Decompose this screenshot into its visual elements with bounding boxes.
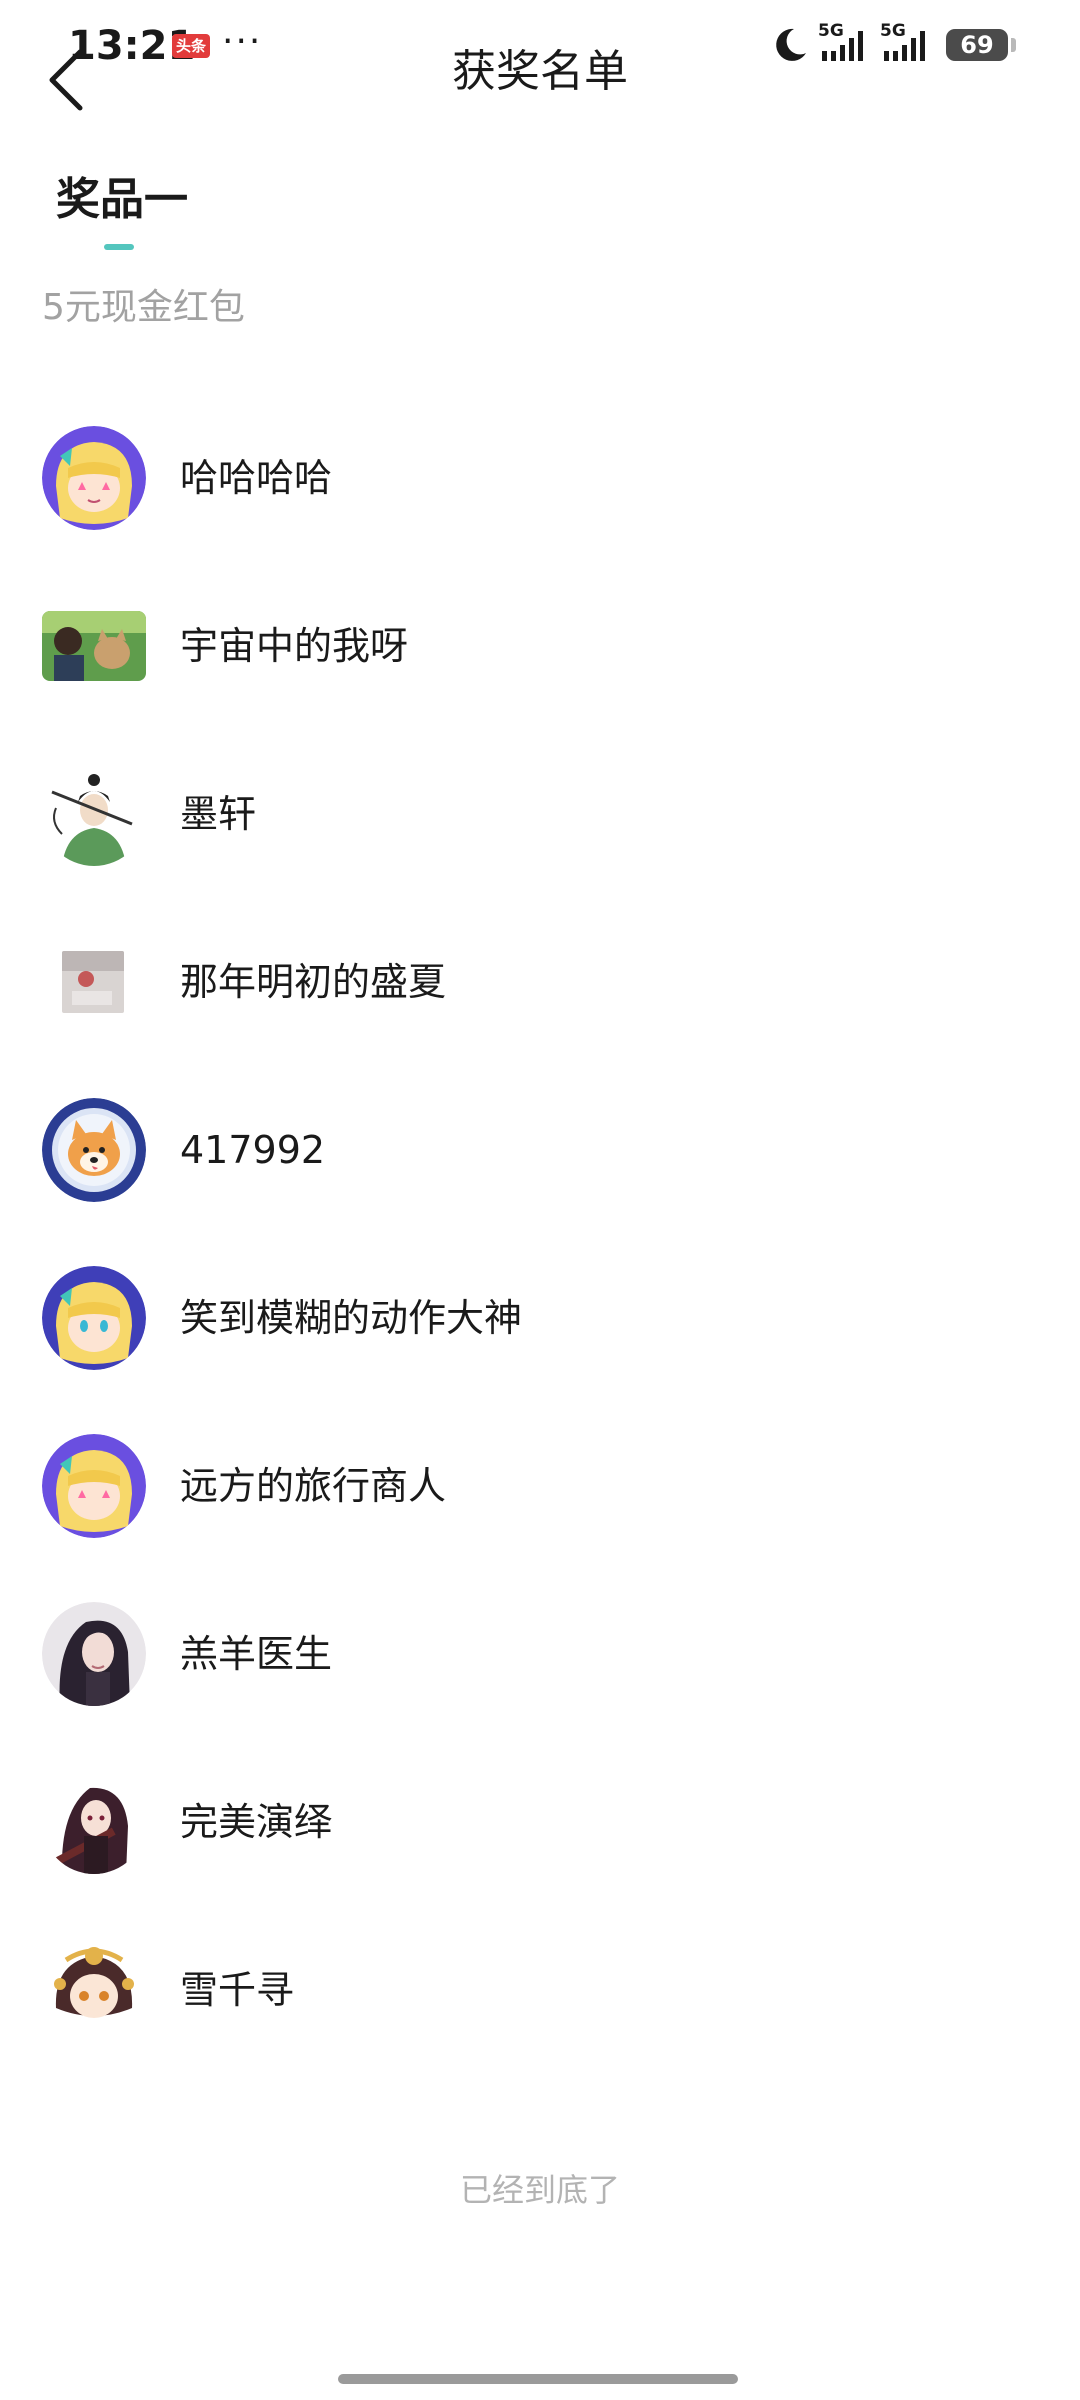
anime-girl-avatar[interactable] [42,426,146,530]
signal-5g-icon: 5G [880,21,932,65]
battery-icon: 69 [946,29,1016,61]
winner-name: 哈哈哈哈 [180,456,333,500]
tab-label: 奖品一 [56,174,188,225]
winner-row[interactable]: 417992 [0,1066,1080,1234]
shiba-astronaut-avatar[interactable] [42,1098,146,1202]
ornate-chibi-avatar[interactable] [42,1938,146,2042]
anime-girl-avatar[interactable] [42,1434,146,1538]
end-of-list-text: 已经到底了 [459,2171,620,2209]
winner-name: 完美演绎 [180,1800,333,1844]
anime-gunner-avatar[interactable] [42,1770,146,1874]
signal-5g-icon: 5G [818,21,870,65]
winner-name: 宇宙中的我呀 [180,624,409,668]
winner-name: 那年明初的盛夏 [180,960,447,1004]
winner-name: 墨轩 [180,792,257,836]
chevron-left-icon [49,49,83,111]
winner-row[interactable]: 远方的旅行商人 [0,1402,1080,1570]
prize-description: 5元现金红包 [42,287,245,328]
winner-name: 417992 [180,1128,326,1172]
more-notifications-icon: ··· [222,21,263,62]
winner-row[interactable]: 墨轩 [0,730,1080,898]
news-app-badge-icon: 头条 [172,34,210,58]
home-indicator[interactable] [338,2374,738,2384]
boy-with-cat-avatar[interactable] [42,611,146,681]
do-not-disturb-moon-icon [776,28,806,61]
winner-name: 羔羊医生 [180,1632,333,1676]
winner-name: 笑到模糊的动作大神 [180,1296,523,1340]
status-bar: 13:21 头条 ··· 5G 5G 69 [0,0,1080,100]
anime-girl-avatar[interactable] [42,1266,146,1370]
back-button[interactable] [42,40,94,120]
winner-row[interactable]: 宇宙中的我呀 [0,562,1080,730]
dark-hair-woman-avatar[interactable] [42,1602,146,1706]
winner-row[interactable]: 雪千寻 [0,1906,1080,2074]
tab-prize-one[interactable]: 奖品一 [56,168,188,250]
winner-name: 雪千寻 [180,1968,295,2012]
winner-row[interactable]: 羔羊医生 [0,1570,1080,1738]
winner-row[interactable]: 那年明初的盛夏 [0,898,1080,1066]
winner-row[interactable]: 笑到模糊的动作大神 [0,1234,1080,1402]
photo-avatar[interactable] [62,951,124,1013]
ink-swordsman-avatar[interactable] [42,762,146,866]
winner-name: 远方的旅行商人 [180,1464,447,1508]
status-indicators: 5G 5G 69 [772,21,1016,68]
winner-row[interactable]: 完美演绎 [0,1738,1080,1906]
winner-list: 哈哈哈哈 宇宙中的我呀 墨轩 那年明初的盛夏 417992 笑到模糊的动作大神 … [0,394,1080,2074]
winner-row[interactable]: 哈哈哈哈 [0,394,1080,562]
active-tab-indicator [104,244,134,250]
